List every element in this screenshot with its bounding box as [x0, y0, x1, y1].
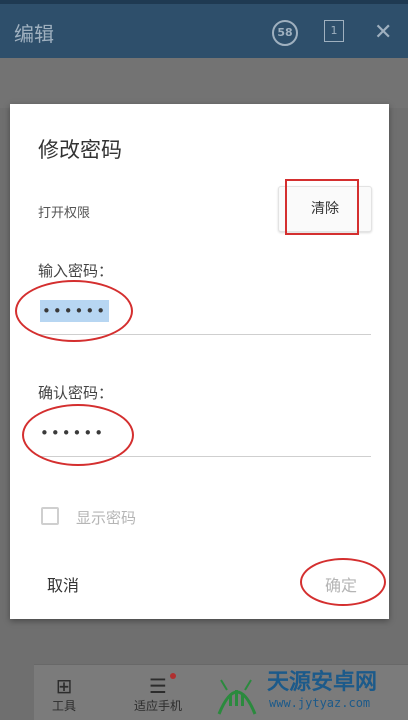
page-count-icon[interactable]: 1: [324, 20, 344, 42]
watermark: 天源安卓网 www.jytyaz.com: [205, 660, 408, 719]
tools-label: 工具: [52, 699, 77, 713]
app-header: 编辑 58 1 ✕: [0, 0, 408, 58]
confirm-label: 确认密码：: [38, 384, 114, 402]
notification-dot: [170, 673, 176, 679]
annotation-ellipse: [15, 280, 133, 342]
password-label: 输入密码：: [38, 262, 114, 280]
watermark-url: www.jytyaz.com: [269, 696, 371, 710]
annotation-box: [285, 179, 359, 235]
show-password-label: 显示密码: [76, 509, 137, 527]
permission-label: 打开权限: [38, 206, 91, 221]
close-icon[interactable]: ✕: [374, 20, 392, 45]
fit-phone-label: 适应手机: [134, 699, 183, 713]
annotation-ellipse: [300, 558, 386, 606]
watermark-text: 天源安卓网: [267, 670, 378, 695]
android-logo-icon: [217, 679, 257, 715]
fit-phone-button[interactable]: ☰ 适应手机: [134, 675, 182, 714]
change-password-dialog: 修改密码 打开权限 清除 输入密码： •••••• 确认密码： •••••• 显…: [10, 104, 389, 619]
badge-58-icon[interactable]: 58: [272, 20, 298, 46]
tools-button[interactable]: ⊞ 工具: [52, 675, 76, 714]
annotation-ellipse: [22, 404, 134, 466]
cancel-button[interactable]: 取消: [47, 572, 79, 596]
dialog-title: 修改密码: [38, 138, 122, 162]
header-title: 编辑: [14, 22, 54, 46]
background-toolbar: [0, 58, 408, 108]
show-password-checkbox[interactable]: [41, 507, 59, 525]
grid-icon: ⊞: [55, 674, 73, 698]
